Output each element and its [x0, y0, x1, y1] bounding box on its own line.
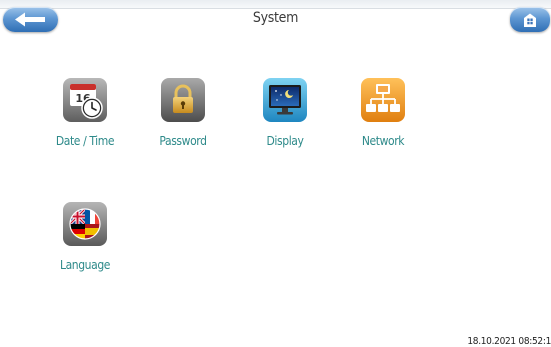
tile-language[interactable]: Language: [30, 202, 140, 272]
home-icon: [524, 13, 536, 27]
padlock-icon: [161, 78, 205, 122]
top-bar: [0, 0, 551, 9]
status-timestamp: 18.10.2021 08:52:1: [467, 336, 551, 347]
flags-globe-icon: [63, 202, 107, 246]
tile-date-time-label: Date / Time: [55, 134, 115, 148]
tile-date-time[interactable]: 16 Date / Time: [30, 78, 140, 148]
home-button[interactable]: [510, 7, 550, 32]
tile-password[interactable]: Password: [128, 78, 238, 148]
page-title: System: [252, 10, 299, 26]
tile-network-label: Network: [361, 134, 405, 148]
tile-network[interactable]: Network: [328, 78, 438, 148]
tile-display-label: Display: [266, 134, 304, 148]
tile-language-label: Language: [59, 258, 111, 272]
tile-password-label: Password: [159, 134, 207, 148]
network-icon: [361, 78, 405, 122]
tile-display[interactable]: Display: [230, 78, 340, 148]
calendar-clock-icon: 16: [63, 78, 107, 122]
monitor-icon: [263, 78, 307, 122]
